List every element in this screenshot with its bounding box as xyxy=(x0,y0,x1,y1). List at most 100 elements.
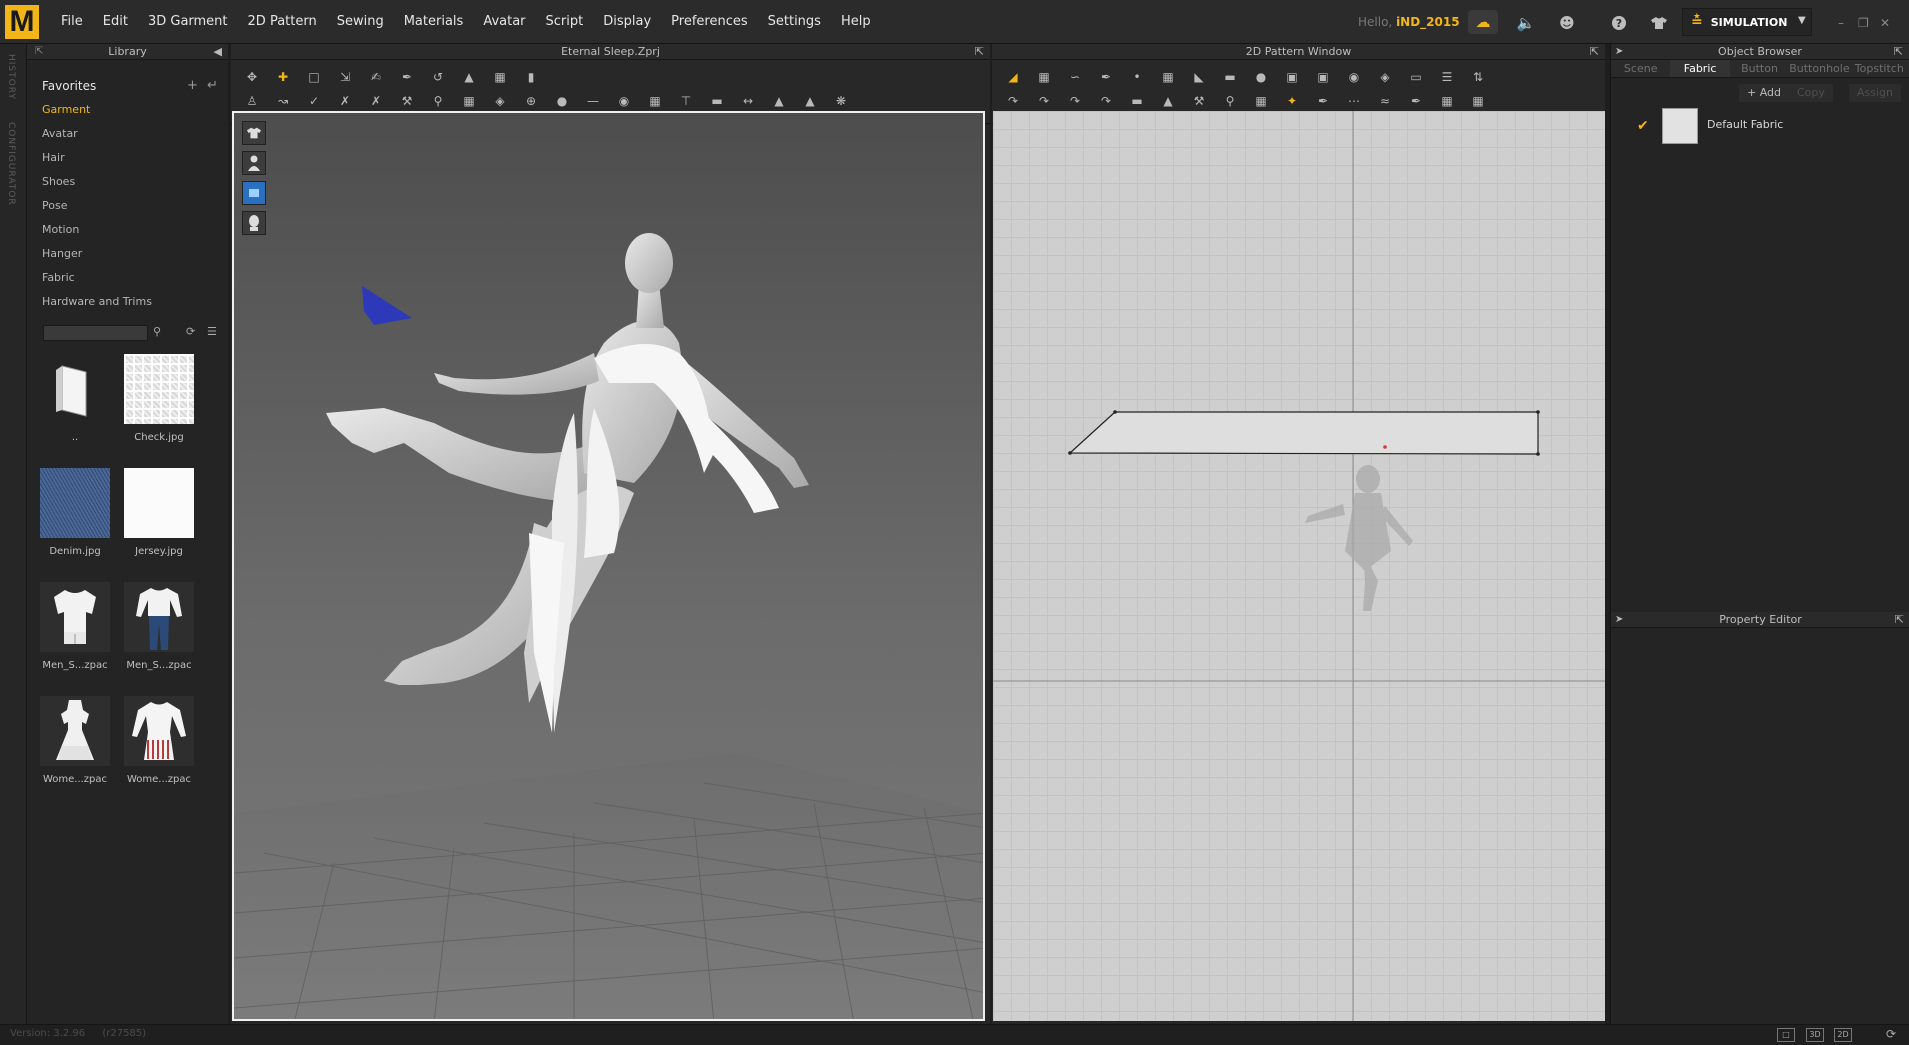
offset-icon[interactable]: ▦ xyxy=(1157,66,1179,88)
dart-icon[interactable]: ◈ xyxy=(1374,66,1396,88)
tab-buttonhole[interactable]: Buttonhole xyxy=(1789,60,1849,77)
ellipse-icon[interactable]: ● xyxy=(1250,66,1272,88)
wind-controller-icon[interactable] xyxy=(362,286,412,325)
simulation-mode-button[interactable]: ≛ SIMULATION xyxy=(1682,8,1812,36)
internal-circle-icon[interactable]: ◉ xyxy=(1343,66,1365,88)
cloud-icon[interactable]: ☁ xyxy=(1468,10,1498,34)
library-item-fabric[interactable]: Fabric xyxy=(27,266,228,290)
tab-fabric[interactable]: Fabric xyxy=(1670,60,1730,77)
user-name[interactable]: iND_2015 xyxy=(1396,15,1460,29)
pattern-shirt-icon[interactable]: ▲ xyxy=(1157,90,1179,112)
tack-icon[interactable]: ✗ xyxy=(334,90,356,112)
point-icon[interactable]: ⊕ xyxy=(520,90,542,112)
rectangle-icon[interactable]: ▬ xyxy=(1219,66,1241,88)
arrange-icon[interactable]: ▦ xyxy=(489,66,511,88)
2d-pattern-canvas[interactable] xyxy=(993,111,1605,1021)
pattern-icon[interactable]: ◈ xyxy=(489,90,511,112)
search-icon[interactable]: ⚲ xyxy=(153,325,161,338)
menu-preferences[interactable]: Preferences xyxy=(661,14,757,29)
circle-icon[interactable]: ● xyxy=(551,90,573,112)
menu-settings[interactable]: Settings xyxy=(758,14,831,29)
level-icon[interactable]: ▬ xyxy=(706,90,728,112)
select-move-icon[interactable]: ✥ xyxy=(241,66,263,88)
texture-icon[interactable]: ▦ xyxy=(458,90,480,112)
detach-icon[interactable]: ⇱ xyxy=(1895,612,1904,628)
history-tab[interactable]: HISTORY xyxy=(6,54,16,100)
fabric-list-item[interactable]: ✔ Default Fabric xyxy=(1611,106,1909,158)
dashed-line-icon[interactable]: ⋯ xyxy=(1343,90,1365,112)
restore-icon[interactable]: ❐ xyxy=(1858,16,1869,30)
speaker-icon[interactable]: 🔈 xyxy=(1515,12,1537,34)
library-item-hair[interactable]: Hair xyxy=(27,146,228,170)
topstitch-icon[interactable]: ✒ xyxy=(1312,90,1334,112)
transform-icon[interactable]: ✚ xyxy=(272,66,294,88)
avatar-silhouette-icon[interactable] xyxy=(242,211,266,235)
button-tool-icon[interactable]: ⚲ xyxy=(427,90,449,112)
fold-icon[interactable]: ↺ xyxy=(427,66,449,88)
polygon-icon[interactable]: ◣ xyxy=(1188,66,1210,88)
garment-icon[interactable] xyxy=(1648,12,1670,34)
detach-icon[interactable]: ⇱ xyxy=(1590,44,1599,60)
internal-rectangle-icon[interactable]: ▣ xyxy=(1312,66,1334,88)
avatar-view-icon[interactable] xyxy=(242,151,266,175)
close-icon[interactable]: ✕ xyxy=(1880,16,1890,30)
select-box-icon[interactable]: □ xyxy=(303,66,325,88)
refresh-icon[interactable]: ⟳ xyxy=(186,325,195,338)
library-thumb-women-dress[interactable]: Wome...zpac xyxy=(35,696,115,785)
help-icon[interactable]: ? xyxy=(1608,12,1630,34)
avatar-figure[interactable] xyxy=(326,233,809,733)
collapse-arrow-icon[interactable]: ➤ xyxy=(1615,612,1623,628)
menu-avatar[interactable]: Avatar xyxy=(473,14,535,29)
view-2d-button[interactable]: 2D xyxy=(1834,1028,1852,1042)
garment-show-icon[interactable]: ▲ xyxy=(768,90,790,112)
library-thumb-denim[interactable]: Denim.jpg xyxy=(35,468,115,557)
library-thumb-check[interactable]: Check.jpg xyxy=(119,354,199,443)
menu-materials[interactable]: Materials xyxy=(394,14,474,29)
copy-fabric-button[interactable]: Copy xyxy=(1789,84,1833,102)
library-thumb-men-shirt-pants[interactable]: Men_S...zpac xyxy=(119,582,199,671)
list-view-icon[interactable]: ☰ xyxy=(207,325,217,338)
menu-2d-pattern[interactable]: 2D Pattern xyxy=(238,14,327,29)
fabric-brush-icon[interactable]: ⚒ xyxy=(1188,90,1210,112)
segment-sewing-icon[interactable]: ↷ xyxy=(1002,90,1024,112)
collapse-arrow-icon[interactable]: ➤ xyxy=(1615,44,1623,60)
pattern-piece[interactable] xyxy=(1068,411,1539,455)
shirt-icon[interactable]: ▲ xyxy=(458,66,480,88)
menu-edit[interactable]: Edit xyxy=(93,14,138,29)
view-layout-button[interactable]: □ xyxy=(1777,1028,1795,1042)
elastic-icon[interactable]: ▬ xyxy=(1126,90,1148,112)
garment-view-icon[interactable] xyxy=(242,121,266,145)
tack-on-2d-icon[interactable]: ↷ xyxy=(1095,90,1117,112)
library-search-input[interactable] xyxy=(43,325,148,341)
add-point-icon[interactable]: • xyxy=(1126,66,1148,88)
measure-icon[interactable]: ↝ xyxy=(272,90,294,112)
zipper-icon[interactable]: ◉ xyxy=(613,90,635,112)
curvature-icon[interactable]: ✒ xyxy=(1095,66,1117,88)
library-item-hardware-trims[interactable]: Hardware and Trims xyxy=(27,290,228,314)
chevron-down-icon[interactable]: ▼ xyxy=(1798,15,1806,26)
tape-icon[interactable]: ✗ xyxy=(365,90,387,112)
library-item-avatar[interactable]: Avatar xyxy=(27,122,228,146)
library-thumb-women-striped-dress[interactable]: Wome...zpac xyxy=(119,696,199,785)
pucker-icon[interactable]: ✒ xyxy=(1405,90,1427,112)
assign-fabric-button[interactable]: Assign xyxy=(1849,84,1901,102)
user-icon[interactable]: ☻ xyxy=(1556,12,1578,34)
configurator-tab[interactable]: CONFIGURATOR xyxy=(6,122,16,206)
grid-icon[interactable]: ▦ xyxy=(644,90,666,112)
menu-display[interactable]: Display xyxy=(593,14,661,29)
pin-icon[interactable]: ✍ xyxy=(365,66,387,88)
garment-hide-icon[interactable]: ▲ xyxy=(799,90,821,112)
button-2d-icon[interactable]: ⚲ xyxy=(1219,90,1241,112)
menu-sewing[interactable]: Sewing xyxy=(327,14,394,29)
library-favorites[interactable]: Favorites + ↵ xyxy=(27,74,228,98)
buttonhole-icon[interactable]: ▦ xyxy=(1250,90,1272,112)
menu-3d-garment[interactable]: 3D Garment xyxy=(138,14,238,29)
menu-file[interactable]: File xyxy=(51,14,93,29)
refresh-icon[interactable]: ⟳ xyxy=(1882,1028,1900,1042)
edit-pattern-icon[interactable]: ◢ xyxy=(1002,66,1024,88)
menu-script[interactable]: Script xyxy=(536,14,594,29)
texture-view-icon[interactable] xyxy=(242,181,266,205)
graphic-icon[interactable]: ▦ xyxy=(1467,90,1489,112)
brush-icon[interactable]: ✓ xyxy=(303,90,325,112)
texture-2d-icon[interactable]: ▦ xyxy=(1436,90,1458,112)
